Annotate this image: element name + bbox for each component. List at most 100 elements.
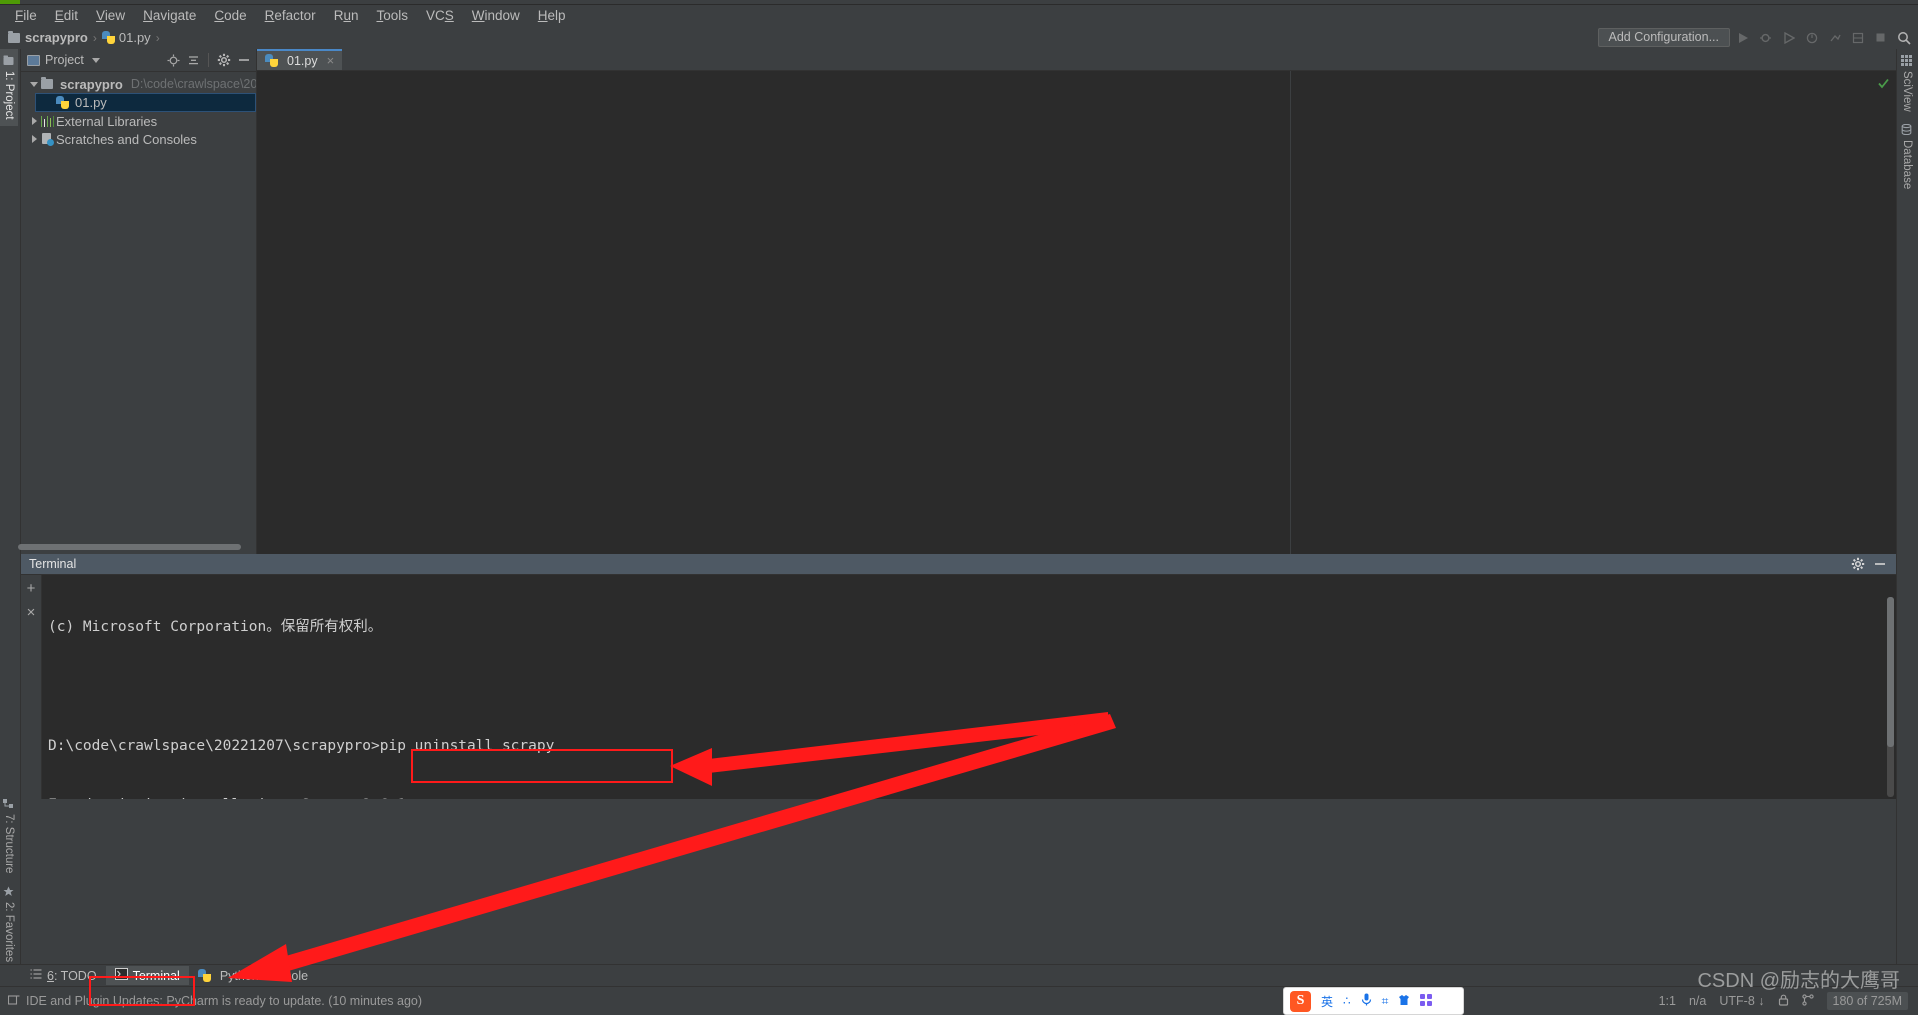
breadcrumb-item-file[interactable]: 01.py xyxy=(101,30,151,45)
run-with-profiler-button[interactable] xyxy=(1824,27,1845,48)
ime-skin-icon[interactable] xyxy=(1398,994,1410,1009)
hide-panel-button[interactable] xyxy=(235,52,252,69)
terminal-scrollbar-thumb[interactable] xyxy=(1887,597,1894,747)
run-coverage-button[interactable] xyxy=(1778,27,1799,48)
tool-button-python-console-label: Python Console xyxy=(219,968,309,983)
collapse-all-button[interactable] xyxy=(185,52,202,69)
status-bar-message[interactable]: IDE and Plugin Updates: PyCharm is ready… xyxy=(26,994,422,1008)
sidebar-item-structure-label: 7: Structure xyxy=(3,814,15,874)
editor-tab-01py[interactable]: 01.py × xyxy=(257,49,343,70)
editor-tab-bar: 01.py × xyxy=(257,49,1896,71)
ime-punctuation-icon[interactable]: ∴ xyxy=(1343,994,1351,1008)
sogou-logo-icon[interactable]: S xyxy=(1290,990,1311,1012)
terminal-output[interactable]: (c) Microsoft Corporation。保留所有权利。 D:\cod… xyxy=(42,575,1896,799)
menu-refactor-label-rest: efactor xyxy=(274,8,316,23)
run-button[interactable] xyxy=(1732,27,1753,48)
stop-button[interactable] xyxy=(1870,27,1891,48)
terminal-header: Terminal xyxy=(21,554,1896,575)
breadcrumb: scrapypro › 01.py › xyxy=(0,30,165,45)
menu-run-label-rest: n xyxy=(350,8,359,23)
attach-process-button[interactable] xyxy=(1847,27,1868,48)
expand-toggle[interactable] xyxy=(27,135,41,143)
tool-button-terminal[interactable]: Terminal xyxy=(105,966,189,985)
menu-view[interactable]: View xyxy=(87,6,134,25)
grid-icon xyxy=(1901,55,1913,66)
menu-window-label-rest: indow xyxy=(484,8,520,23)
ime-toolbox-icon[interactable] xyxy=(1420,993,1433,1009)
terminal-scrollbar[interactable] xyxy=(1887,597,1894,797)
debug-button[interactable] xyxy=(1755,27,1776,48)
project-panel-title-group[interactable]: Project xyxy=(27,53,100,67)
chevron-down-icon[interactable] xyxy=(91,57,100,63)
project-folder-icon xyxy=(3,55,15,66)
database-icon xyxy=(1901,123,1913,135)
menu-code-label-rest: ode xyxy=(224,8,247,23)
expand-toggle[interactable] xyxy=(27,117,41,125)
tree-node-scrapypro[interactable]: scrapypro D:\code\crawlspace\20221207\sc xyxy=(21,75,256,93)
tool-button-terminal-label: Terminal xyxy=(132,968,180,983)
tree-node-scrapypro-label: scrapypro xyxy=(60,76,123,92)
ime-language-icon[interactable]: 英 xyxy=(1321,993,1333,1010)
menu-refactor[interactable]: Refactor xyxy=(256,6,325,25)
ime-keyboard-icon[interactable]: ⌗ xyxy=(1382,994,1389,1009)
editor-area: 01.py × xyxy=(18,49,1896,554)
menu-view-label-rest: iew xyxy=(104,8,126,23)
ime-voice-icon[interactable] xyxy=(1361,993,1372,1009)
menu-file[interactable]: File xyxy=(6,6,46,25)
tool-button-python-console[interactable]: Python Console xyxy=(189,966,317,985)
editor-horizontal-scrollbar[interactable] xyxy=(18,544,212,550)
locate-file-button[interactable] xyxy=(165,52,182,69)
add-configuration-button[interactable]: Add Configuration... xyxy=(1597,28,1730,47)
menu-edit[interactable]: Edit xyxy=(46,6,87,25)
gear-icon[interactable] xyxy=(215,52,232,69)
inspection-status-icon[interactable] xyxy=(1878,77,1889,89)
sidebar-item-sciview[interactable]: SciView xyxy=(1897,49,1917,118)
sidebar-item-database[interactable]: Database xyxy=(1897,118,1917,195)
sidebar-item-project[interactable]: 1: Project xyxy=(0,49,18,126)
expand-toggle[interactable] xyxy=(27,81,41,87)
ime-toolbar[interactable]: S 英 ∴ ⌗ xyxy=(1283,987,1464,1015)
git-branch-icon[interactable] xyxy=(1801,993,1814,1009)
chevron-down-icon xyxy=(30,81,38,87)
menu-window[interactable]: Window xyxy=(463,6,529,25)
menu-navigate[interactable]: Navigate xyxy=(134,6,205,25)
sidebar-item-favorites[interactable]: 2: Favorites xyxy=(0,880,18,968)
right-tool-window-rail: SciView Database xyxy=(1896,49,1918,968)
close-session-button[interactable]: × xyxy=(27,605,36,620)
code-editor[interactable] xyxy=(257,71,1291,554)
editor-right-pane xyxy=(1291,71,1896,554)
terminal-body: + × (c) Microsoft Corporation。保留所有权利。 D:… xyxy=(21,575,1896,799)
tree-node-01py[interactable]: 01.py xyxy=(35,93,256,112)
terminal-tool-window: Terminal + × (c) Microsoft Corporation。保… xyxy=(21,554,1896,799)
tool-button-todo[interactable]: 6: TODO xyxy=(21,966,106,985)
left-rail-bottom-group: 7: Structure 2: Favorites xyxy=(0,792,18,968)
tree-node-external-libraries[interactable]: External Libraries xyxy=(21,112,256,130)
terminal-line: D:\code\crawlspace\20221207\scrapypro>pi… xyxy=(48,737,555,754)
close-icon[interactable]: × xyxy=(327,53,335,68)
python-file-icon xyxy=(56,96,69,109)
caret-position[interactable]: 1:1 xyxy=(1659,994,1676,1008)
chevron-right-icon xyxy=(31,135,37,143)
menu-tools-label-rest: ools xyxy=(383,8,408,23)
menu-run[interactable]: Run xyxy=(325,6,368,25)
menu-code[interactable]: Code xyxy=(205,6,255,25)
sidebar-item-structure[interactable]: 7: Structure xyxy=(0,792,18,879)
editor-tab-label: 01.py xyxy=(287,53,318,68)
menu-help[interactable]: Help xyxy=(529,6,575,25)
new-session-button[interactable]: + xyxy=(27,581,36,596)
breadcrumb-item-project[interactable]: scrapypro xyxy=(8,30,88,45)
project-panel-title: Project xyxy=(45,53,84,67)
menu-tools[interactable]: Tools xyxy=(367,6,417,25)
file-encoding[interactable]: UTF-8 ↓ xyxy=(1719,994,1764,1008)
menu-vcs[interactable]: VCS xyxy=(417,6,463,25)
lock-icon[interactable] xyxy=(1778,994,1789,1009)
tree-node-external-libraries-label: External Libraries xyxy=(56,113,158,129)
search-everywhere-icon[interactable] xyxy=(1893,27,1914,48)
line-separator[interactable]: n/a xyxy=(1689,994,1706,1008)
memory-indicator[interactable]: 180 of 725M xyxy=(1826,992,1908,1010)
profile-button[interactable] xyxy=(1801,27,1822,48)
tree-node-scratches[interactable]: Scratches and Consoles xyxy=(21,130,256,148)
hide-panel-button[interactable] xyxy=(1872,556,1888,572)
gear-icon[interactable] xyxy=(1850,556,1866,572)
